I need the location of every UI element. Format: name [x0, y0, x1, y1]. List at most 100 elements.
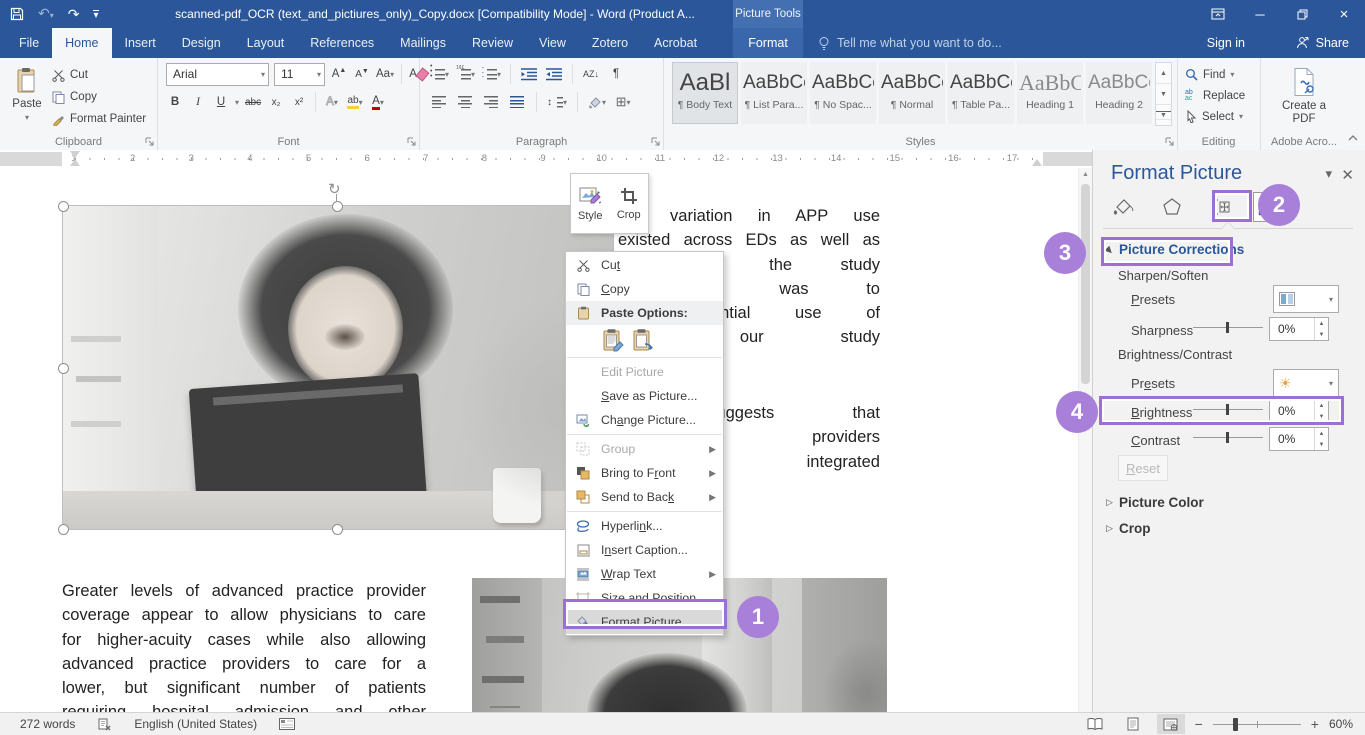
align-center-button[interactable]	[456, 92, 474, 112]
style-body-text[interactable]: AaBl ¶ Body Text	[672, 62, 738, 124]
collapse-triangle-icon[interactable]: ▶	[1103, 244, 1116, 257]
scrollbar-thumb[interactable]	[1081, 184, 1090, 384]
collapse-ribbon-icon[interactable]	[1348, 134, 1358, 141]
menu-item-hyperlink[interactable]: Hyperlink...	[566, 514, 723, 538]
styles-scroll-down-icon[interactable]: ▼	[1156, 84, 1171, 105]
redo-icon[interactable]: ↷	[68, 0, 80, 28]
menu-item-wrap-text[interactable]: Wrap Text ▶	[566, 562, 723, 586]
shading-button[interactable]: ▾	[588, 92, 606, 112]
qat-customize-icon[interactable]: ▾	[93, 10, 98, 21]
font-family-combo[interactable]: Arial▾	[166, 63, 269, 86]
menu-item-bring-to-front[interactable]: Bring to Front ▶	[566, 461, 723, 485]
sharpness-slider[interactable]	[1193, 321, 1263, 333]
save-icon[interactable]	[10, 7, 24, 21]
contrast-slider[interactable]	[1193, 431, 1263, 443]
style-heading-1[interactable]: AaBbC Heading 1	[1017, 62, 1083, 124]
borders-button[interactable]: ⊞▾	[614, 92, 632, 112]
paragraph-dialog-launcher-icon[interactable]	[651, 137, 661, 147]
find-button[interactable]: Find▾	[1185, 64, 1245, 85]
resize-handle-bottom-center[interactable]	[332, 524, 343, 535]
paste-picture-icon[interactable]	[632, 328, 654, 352]
tab-references[interactable]: References	[297, 28, 387, 58]
crop-button[interactable]: Crop	[610, 174, 649, 233]
spin-up-icon[interactable]: ▲	[1315, 400, 1328, 411]
tab-format[interactable]: Format	[733, 28, 803, 58]
bold-button[interactable]: B	[166, 92, 184, 112]
word-count[interactable]: 272 words	[20, 717, 75, 731]
tab-file[interactable]: File	[6, 28, 52, 58]
text-effects-button[interactable]: A▾	[323, 92, 341, 112]
decrease-indent-button[interactable]	[520, 64, 538, 84]
tab-view[interactable]: View	[526, 28, 579, 58]
menu-item-copy[interactable]: Copy	[566, 277, 723, 301]
menu-item-size-and-position[interactable]: Size and Position...	[566, 586, 723, 610]
brightness-slider[interactable]	[1193, 403, 1263, 415]
restore-button[interactable]	[1281, 0, 1323, 28]
minimize-button[interactable]: ─	[1239, 0, 1281, 28]
tab-acrobat[interactable]: Acrobat	[641, 28, 710, 58]
slider-thumb[interactable]	[1226, 322, 1229, 333]
horizontal-ruler[interactable]: 1234567891011121314151617	[0, 150, 1092, 169]
sign-in-link[interactable]: Sign in	[1207, 28, 1245, 58]
tab-home[interactable]: Home	[52, 28, 111, 58]
contrast-spinbox[interactable]: 0% ▲▼	[1269, 427, 1329, 451]
tell-me-box[interactable]: Tell me what you want to do...	[818, 28, 1002, 58]
pane-close-icon[interactable]: ✕	[1341, 166, 1354, 184]
sharpness-spinbox[interactable]: 0% ▲▼	[1269, 317, 1329, 341]
multilevel-list-button[interactable]: ▾	[482, 64, 501, 84]
share-button[interactable]: Share	[1296, 28, 1349, 58]
layout-properties-tab-icon[interactable]	[1205, 193, 1235, 221]
style-table-paragraph[interactable]: AaBbCcD ¶ Table Pa...	[948, 62, 1014, 124]
line-spacing-button[interactable]: ↕▾	[547, 92, 567, 112]
menu-item-format-picture[interactable]: Format Picture...	[566, 610, 723, 634]
select-button[interactable]: Select▾	[1185, 106, 1245, 127]
bullets-button[interactable]: ▾	[430, 64, 449, 84]
fill-line-tab-icon[interactable]	[1109, 193, 1139, 221]
paste-dropdown-arrow[interactable]: ▾	[25, 113, 29, 122]
effects-tab-icon[interactable]	[1157, 193, 1187, 221]
align-right-button[interactable]	[482, 92, 500, 112]
subscript-button[interactable]: x₂	[267, 92, 285, 112]
rotation-handle[interactable]: ↻	[328, 180, 341, 198]
style-heading-2[interactable]: AaBbCcD Heading 2	[1086, 62, 1152, 124]
spin-down-icon[interactable]: ▼	[1315, 439, 1328, 450]
zoom-in-button[interactable]: +	[1311, 716, 1319, 732]
create-pdf-button[interactable]: Create a PDF	[1277, 60, 1331, 126]
styles-gallery-more-icon[interactable]: ▼	[1156, 105, 1171, 125]
styles-scroll-up-icon[interactable]: ▲	[1156, 63, 1171, 84]
print-layout-view-icon[interactable]	[1119, 714, 1147, 734]
styles-gallery-scrollbar[interactable]: ▲ ▼ ▼	[1155, 62, 1172, 126]
zoom-level[interactable]: 60%	[1329, 717, 1353, 731]
tab-review[interactable]: Review	[459, 28, 526, 58]
zoom-slider[interactable]	[1213, 714, 1301, 734]
proofing-status-icon[interactable]	[97, 717, 112, 731]
resize-handle-top-left[interactable]	[58, 201, 69, 212]
menu-item-save-as-picture[interactable]: Save as Picture...	[566, 384, 723, 408]
resize-handle-top-center[interactable]	[332, 201, 343, 212]
macro-recording-icon[interactable]	[279, 718, 295, 730]
styles-dialog-launcher-icon[interactable]	[1165, 137, 1175, 147]
close-button[interactable]: ×	[1323, 0, 1365, 28]
style-normal[interactable]: AaBbCcD ¶ Normal	[879, 62, 945, 124]
highlight-button[interactable]: ab▾	[346, 92, 364, 112]
paste-keep-source-formatting-icon[interactable]	[602, 328, 624, 352]
selected-picture[interactable]	[62, 205, 614, 530]
font-dialog-launcher-icon[interactable]	[407, 137, 417, 147]
tab-layout[interactable]: Layout	[234, 28, 298, 58]
section-crop[interactable]: Crop	[1119, 521, 1151, 536]
spin-down-icon[interactable]: ▼	[1315, 329, 1328, 340]
tab-mailings[interactable]: Mailings	[387, 28, 459, 58]
hanging-indent-marker[interactable]	[70, 159, 80, 166]
italic-button[interactable]: I	[189, 92, 207, 112]
reset-button[interactable]: Reset	[1118, 455, 1168, 481]
grow-font-button[interactable]: A▲	[330, 64, 348, 84]
copy-button[interactable]: Copy	[52, 86, 146, 108]
align-left-button[interactable]	[430, 92, 448, 112]
style-list-paragraph[interactable]: AaBbCcD ¶ List Para...	[741, 62, 807, 124]
spin-up-icon[interactable]: ▲	[1315, 428, 1328, 439]
font-color-button[interactable]: A▾	[369, 92, 387, 112]
language-status[interactable]: English (United States)	[134, 717, 257, 731]
menu-item-change-picture[interactable]: Change Picture...	[566, 408, 723, 432]
cut-button[interactable]: Cut	[52, 64, 146, 86]
menu-item-insert-caption[interactable]: Insert Caption...	[566, 538, 723, 562]
